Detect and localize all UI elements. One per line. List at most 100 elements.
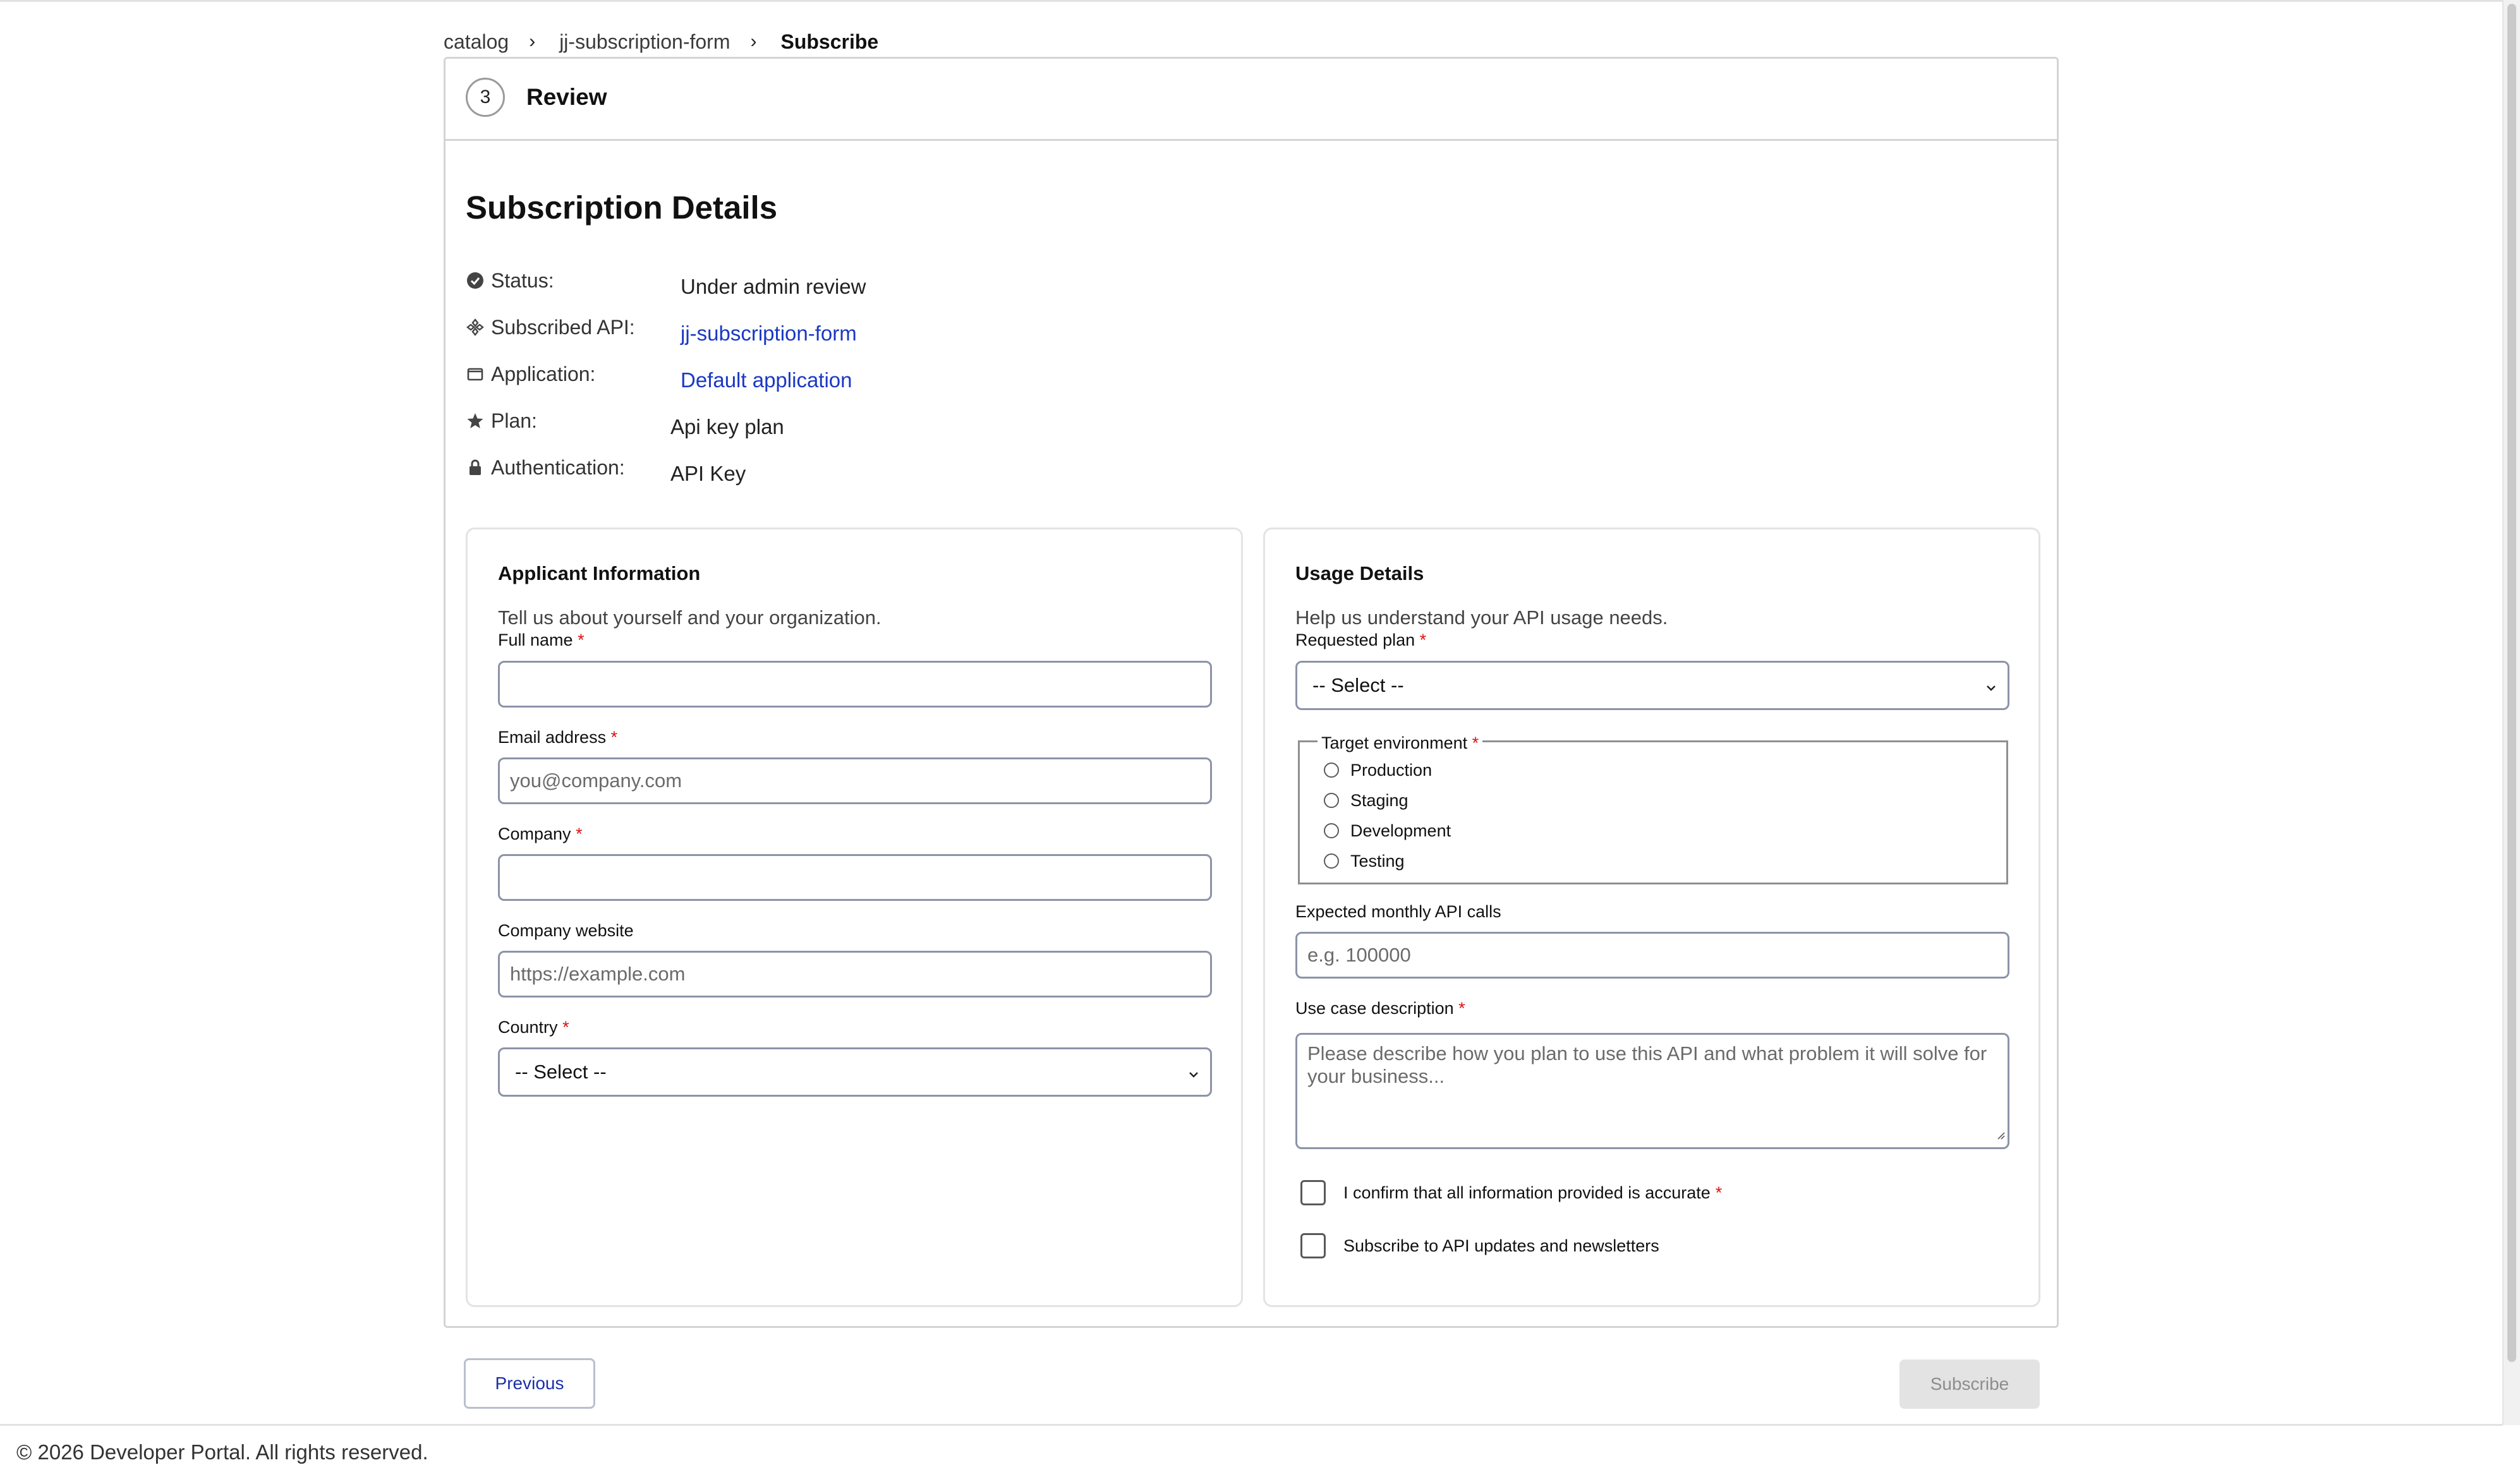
country-select[interactable]: -- Select -- [498,1047,1212,1097]
newsletter-label: Subscribe to API updates and newsletters [1343,1236,1659,1255]
full-name-label: Full name * [498,630,585,650]
window-icon [466,365,485,383]
radio-testing[interactable]: Testing [1324,848,1405,874]
requested-plan-label-text: Requested plan [1295,630,1415,649]
use-case-placeholder: Please describe how you plan to use this… [1307,1042,1987,1087]
detail-row-application: Application: [466,358,595,390]
newsletter-row[interactable]: Subscribe to API updates and newsletters [1300,1232,1659,1260]
chevron-down-icon [1984,678,1999,701]
footer-copyright: © 2026 Developer Portal. All rights rese… [16,1440,428,1464]
top-border [0,0,2520,2]
required-marker: * [562,1018,569,1037]
detail-label: Application: [491,362,596,385]
company-website-input[interactable] [498,951,1212,998]
subscribe-card: 3 Review Subscription Details Status: Un… [444,57,2059,1328]
chevron-down-icon [1186,1064,1201,1087]
required-marker: * [1472,733,1479,752]
detail-row-plan: Plan: [466,405,537,437]
required-marker: * [1419,630,1427,649]
applicant-title: Applicant Information [498,562,701,584]
plan-value: Api key plan [670,415,784,438]
use-case-label: Use case description * [1295,999,1465,1018]
star-icon [466,411,485,430]
full-name-label-text: Full name [498,630,573,649]
applicant-description: Tell us about yourself and your organiza… [498,606,881,629]
country-select-value: -- Select -- [515,1061,607,1083]
radio-staging[interactable]: Staging [1324,788,1408,813]
subscribed-api-link[interactable]: jj-subscription-form [681,322,857,346]
applicant-panel: Applicant Information Tell us about your… [466,528,1243,1307]
target-environment-legend: Target environment * [1318,733,1483,753]
breadcrumb-catalog[interactable]: catalog [444,30,509,54]
subscribe-button[interactable]: Subscribe [1899,1359,2040,1409]
requested-plan-label: Requested plan * [1295,630,1426,650]
radio-production[interactable]: Production [1324,757,1432,783]
confirm-accurate-label: I confirm that all information provided … [1343,1183,1711,1202]
radio-button[interactable] [1324,853,1339,869]
email-label-text: Email address [498,728,607,747]
company-label-text: Company [498,824,571,843]
breadcrumb-current: Subscribe [780,30,879,53]
vertical-scrollbar[interactable] [2502,0,2520,1425]
full-name-input[interactable] [498,661,1212,708]
required-marker: * [576,824,583,843]
detail-row-api: Subscribed API: [466,311,635,343]
step-title: Review [526,84,607,110]
breadcrumb-separator: › [750,31,757,52]
status-value: Under admin review [681,275,866,298]
usage-title: Usage Details [1295,562,1424,584]
scrollbar-thumb[interactable] [2507,4,2516,1362]
breadcrumb-separator: › [529,31,536,52]
breadcrumb-api[interactable]: jj-subscription-form [559,30,730,54]
radio-label: Production [1350,760,1433,780]
detail-label: Status: [491,268,554,292]
resize-handle-icon[interactable] [1995,1122,2005,1145]
footer-divider [0,1424,2502,1426]
country-label: Country * [498,1018,569,1037]
detail-row-authentication: Authentication: [466,452,625,483]
use-case-textarea[interactable]: Please describe how you plan to use this… [1295,1033,2009,1149]
breadcrumb: catalog › jj-subscription-form › Subscri… [444,28,878,56]
target-environment-fieldset: Target environment * Production Staging … [1298,733,2008,884]
radio-label: Development [1350,821,1451,840]
confirm-accurate-checkbox[interactable] [1300,1180,1326,1205]
monthly-calls-label: Expected monthly API calls [1295,902,1501,921]
company-label: Company * [498,824,583,844]
newsletter-checkbox[interactable] [1300,1233,1326,1258]
radio-button[interactable] [1324,793,1339,808]
required-marker: * [1715,1183,1723,1202]
step-header: 3 Review [445,59,2057,141]
detail-label: Subscribed API: [491,315,635,339]
step-number-badge: 3 [466,78,505,117]
api-icon [466,318,485,337]
radio-button[interactable] [1324,763,1339,778]
email-input[interactable] [498,757,1212,804]
authentication-value: API Key [670,462,746,485]
company-input[interactable] [498,854,1212,901]
use-case-label-text: Use case description [1295,999,1454,1018]
radio-button[interactable] [1324,823,1339,838]
radio-development[interactable]: Development [1324,818,1451,843]
required-marker: * [1458,999,1465,1018]
check-circle-icon [466,271,485,290]
target-environment-label: Target environment [1321,733,1468,752]
usage-description: Help us understand your API usage needs. [1295,606,1668,629]
website-label: Company website [498,921,634,940]
detail-label: Authentication: [491,455,625,479]
detail-label: Plan: [491,409,537,432]
requested-plan-select[interactable]: -- Select -- [1295,661,2009,710]
radio-label: Testing [1350,851,1405,871]
usage-panel: Usage Details Help us understand your AP… [1263,528,2040,1307]
radio-label: Staging [1350,790,1408,810]
required-marker: * [578,630,585,649]
country-label-text: Country [498,1018,558,1037]
previous-button[interactable]: Previous [464,1358,595,1409]
monthly-calls-input[interactable] [1295,932,2009,979]
requested-plan-value: -- Select -- [1312,674,1404,696]
email-label: Email address * [498,728,617,747]
application-link[interactable]: Default application [681,368,852,392]
detail-row-status: Status: [466,265,554,296]
confirm-accurate-row[interactable]: I confirm that all information provided … [1300,1179,1722,1207]
lock-icon [466,458,485,477]
subscription-details-title: Subscription Details [466,190,778,226]
